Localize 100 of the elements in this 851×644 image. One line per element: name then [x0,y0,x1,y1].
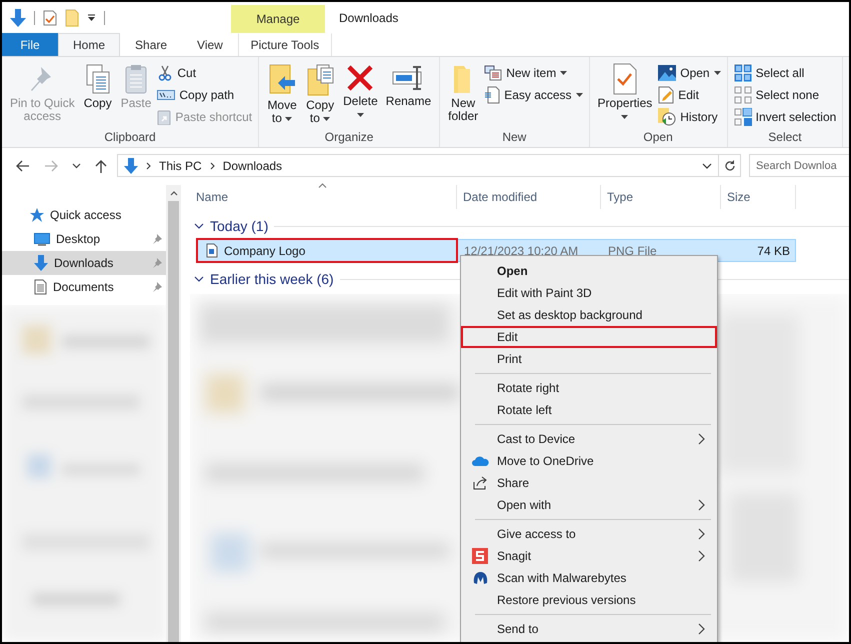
chevron-down-icon[interactable] [194,223,204,229]
up-arrow-icon[interactable] [95,158,107,172]
edit-icon [658,86,674,104]
ribbon-tab[interactable]: Home [58,33,120,56]
invert-selection-icon [734,108,752,126]
menu-item[interactable]: Cast to Device [461,428,717,450]
menu-item[interactable]: Snagit [461,545,717,567]
menu-item[interactable]: Set as desktop background [461,304,717,326]
menu-item[interactable]: Restore previous versions [461,589,717,611]
breadcrumb[interactable]: Downloads [222,158,282,172]
ribbon-tab[interactable]: Share [120,33,182,56]
dropdown-icon[interactable] [87,14,96,22]
chevron-up-icon[interactable] [170,191,178,196]
select-none-icon [734,86,752,104]
contextual-tab-header: Manage [231,5,325,33]
group-header[interactable]: Today (1) [210,218,268,234]
refresh-icon [724,160,736,172]
chevron-down-icon[interactable] [702,162,712,168]
ribbon-button[interactable]: Delete [341,61,380,129]
ribbon-button[interactable]: Copy [80,61,115,129]
download-arrow-icon[interactable] [10,8,26,26]
chevron-down-icon[interactable] [194,276,204,282]
ribbon-button[interactable]: History [658,107,721,126]
group-header[interactable]: Earlier this week (6) [210,271,334,287]
address-bar[interactable]: This PC Downloads [117,154,720,177]
ribbon-button[interactable]: Invert selection [734,107,836,126]
easy-access-icon [484,86,500,104]
ribbon-button[interactable]: Properties [596,61,654,129]
table-cell-text: 74 KB [756,244,791,258]
sidebar-item[interactable]: Downloads [2,251,166,275]
desktop-icon [34,232,50,246]
menu-item[interactable]: Edit with Paint 3D [461,282,717,304]
ribbon-button[interactable]: Open [658,63,721,82]
path-icon [157,88,176,100]
snagit-icon [472,548,488,564]
column-header[interactable]: Date modified [457,185,601,209]
chevron-right-icon [146,162,151,170]
image-icon [658,64,676,80]
ribbon-tab[interactable]: View [182,33,238,56]
back-arrow-icon[interactable] [16,160,30,172]
properties-icon [612,63,638,95]
name-cell: Company Logo [196,238,458,263]
sidebar-item[interactable]: Quick access [2,203,166,227]
chevron-down-icon[interactable] [72,162,81,168]
menu-item[interactable]: Rotate left [461,399,717,421]
breadcrumb[interactable]: This PC [159,158,202,172]
refresh-button[interactable] [719,154,741,177]
ribbon-button[interactable]: Easy access [484,85,583,104]
menu-item[interactable]: Open with [461,494,717,516]
ribbon-button[interactable]: New item [484,63,583,82]
scissors-icon [157,64,174,80]
group-label: Open [642,129,674,145]
ribbon-button[interactable]: Select none [734,85,836,104]
ribbon-button[interactable]: Cut [157,63,252,82]
ribbon-button[interactable]: Copy path [157,85,252,104]
file-tab[interactable]: File [2,33,58,56]
menu-item[interactable]: Move to OneDrive [461,450,717,472]
scrollbar-thumb[interactable] [168,201,179,642]
ribbon-button[interactable]: Edit [658,85,721,104]
menu-item[interactable]: Rotate right [461,377,717,399]
folder-copy-icon [305,63,336,97]
menu-item[interactable]: Send to [461,618,717,640]
document-icon [34,279,47,295]
star-icon [30,208,44,222]
window-title: Downloads [339,10,398,24]
properties-icon[interactable] [43,10,57,26]
ribbon-button[interactable]: Rename [384,61,434,129]
ribbon-button[interactable]: Copy to [303,61,338,129]
column-header[interactable]: Type [601,185,721,209]
share-icon [472,476,488,490]
search-field[interactable]: Search Downloa [749,154,849,177]
menu-item[interactable]: Edit [461,326,717,348]
chevron-right-icon [210,162,215,170]
select-all-icon [734,64,752,82]
download-arrow-icon [124,158,138,174]
menu-item[interactable]: Give access to [461,523,717,545]
ribbon-button[interactable]: Move to [265,61,300,129]
menu-item[interactable]: Print [461,348,717,370]
column-header[interactable]: Name [190,185,457,209]
column-header[interactable]: Size [721,185,796,209]
group-label: Select [767,129,803,145]
sidebar-item[interactable]: Documents [2,275,166,299]
table-cell-text: 12/21/2023 10:20 AM [463,244,580,258]
group-label: New [501,129,528,145]
table-cell-text: PNG File [607,244,658,258]
scrollbar[interactable] [166,185,181,642]
sidebar-item[interactable]: Desktop [2,227,166,251]
ribbon-button[interactable]: Select all [734,63,836,82]
menu-item[interactable]: Scan with Malwarebytes [461,567,717,589]
group-label: Organize [324,129,374,145]
malwarebytes-icon [472,571,488,585]
menu-item[interactable]: Open [461,260,717,282]
group-label: Clipboard [103,129,157,145]
download-arrow-icon [34,255,48,271]
sort-caret-icon [318,183,327,188]
shortcut-icon [157,108,172,124]
delete-icon [345,63,376,93]
menu-item[interactable]: Share [461,472,717,494]
ribbon-button[interactable]: New folder [446,61,480,129]
image-file-icon [206,243,218,258]
